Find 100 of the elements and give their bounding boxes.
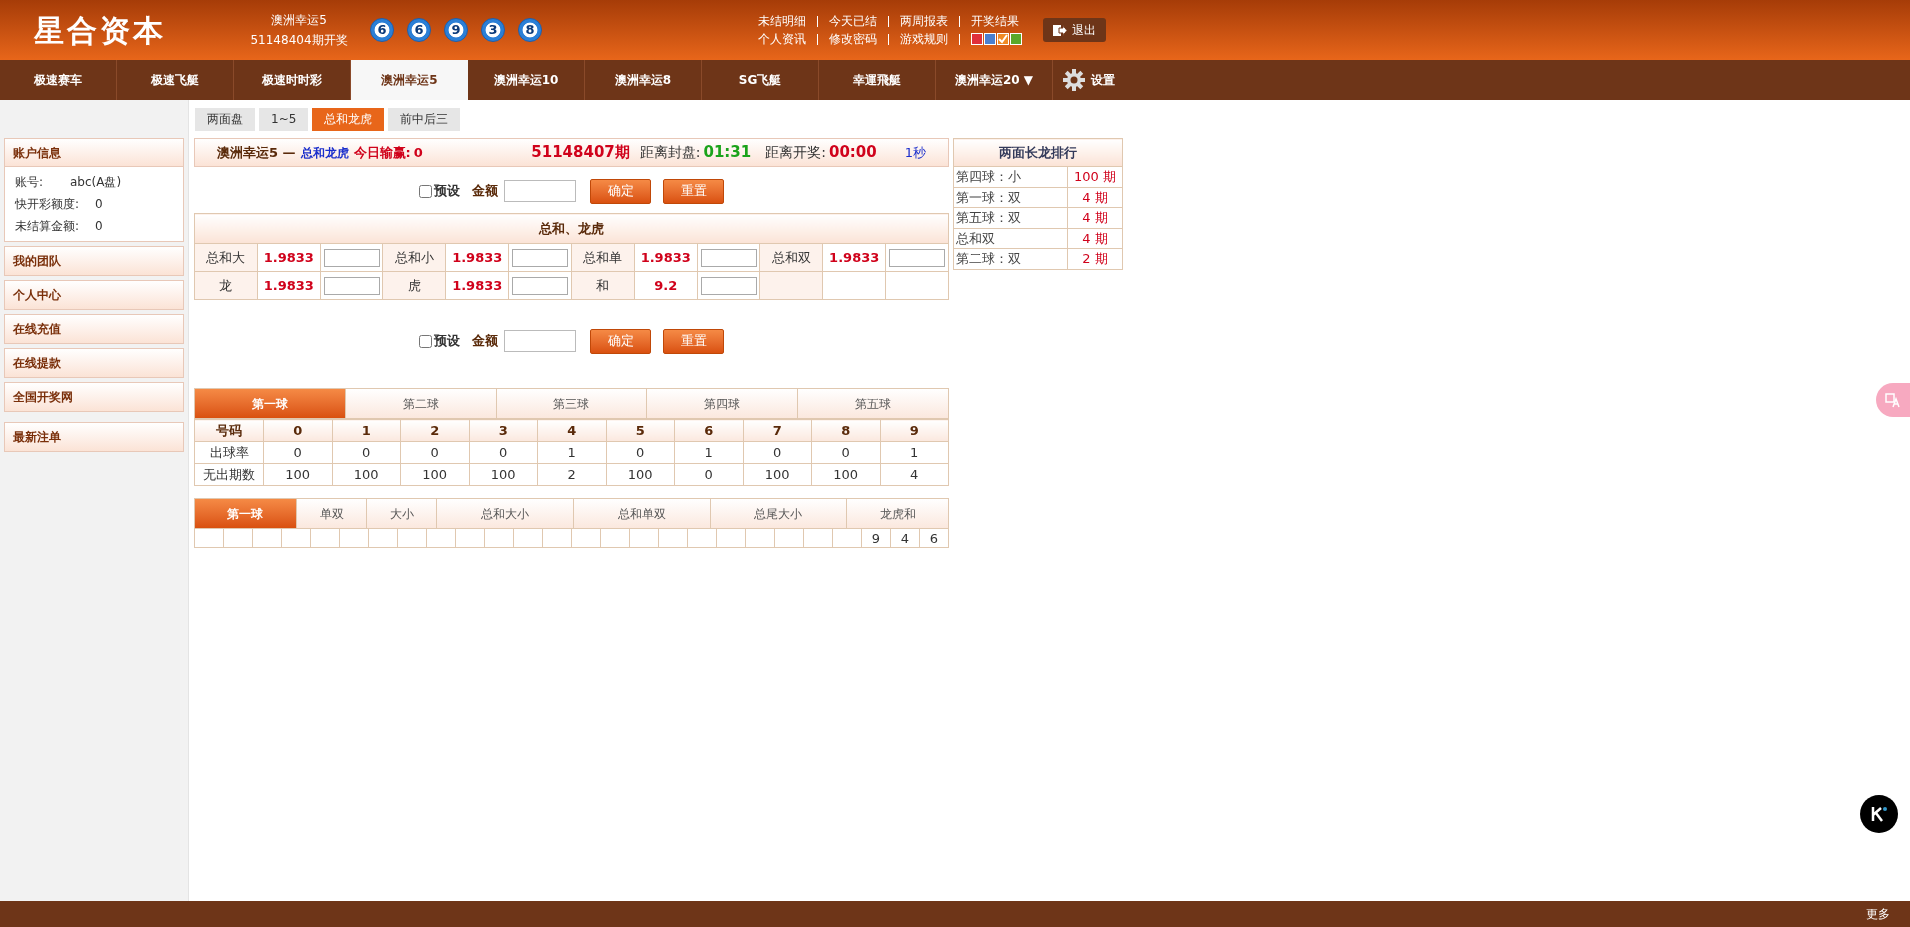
- sidebar-item[interactable]: 在线提款: [4, 348, 184, 378]
- bet-input[interactable]: [889, 248, 946, 267]
- field-label: 账号:: [15, 174, 45, 191]
- preset-checkbox[interactable]: [419, 184, 432, 198]
- header-link[interactable]: 今天已结: [829, 12, 877, 30]
- ranking-count: 4 期: [1067, 187, 1123, 208]
- ranking-item: 第五球：双: [953, 207, 1068, 228]
- draw-countdown: 00:00: [828, 142, 877, 164]
- ball-tab[interactable]: 第二球: [345, 389, 497, 418]
- header-link[interactable]: 游戏规则: [900, 30, 948, 48]
- preset-label: 预设: [434, 182, 460, 201]
- header-link[interactable]: 修改密码: [829, 30, 877, 48]
- bet-label: 总和双: [759, 243, 823, 272]
- trend-tab[interactable]: 总和大小: [437, 499, 574, 528]
- theme-swatch[interactable]: [997, 33, 1009, 45]
- logo-text: 星合资本: [34, 11, 167, 50]
- ranking-count: 2 期: [1067, 248, 1123, 269]
- header-link[interactable]: 两周报表: [900, 12, 948, 30]
- nav-tab[interactable]: 澳洲幸运20 ▼: [936, 60, 1053, 100]
- column-header: 5: [606, 419, 675, 442]
- bet-label: 总和小: [383, 243, 446, 272]
- table-cell: 100: [811, 463, 880, 486]
- amount-input[interactable]: [504, 330, 576, 352]
- sidebar-item[interactable]: 全国开奖网: [4, 382, 184, 412]
- ranking-count: 4 期: [1067, 228, 1123, 249]
- row-label: 出球率: [194, 441, 264, 464]
- header-link[interactable]: 未结明细: [758, 12, 806, 30]
- trend-tab[interactable]: 单双: [296, 499, 368, 528]
- nav-tab[interactable]: 澳洲幸运10: [468, 60, 585, 100]
- bet-input[interactable]: [323, 276, 380, 295]
- close-label: 距离封盘:: [639, 143, 701, 162]
- trend-tab[interactable]: 大小: [367, 499, 438, 528]
- sub-tab[interactable]: 两面盘: [195, 107, 255, 131]
- bet-input[interactable]: [512, 248, 569, 267]
- table-title: 总和、龙虎: [194, 213, 949, 244]
- table-cell: 100: [400, 463, 469, 486]
- trend-tab[interactable]: 龙虎和: [847, 499, 948, 528]
- column-header: 2: [400, 419, 469, 442]
- more-link[interactable]: 更多: [1866, 905, 1890, 923]
- panel-title: 账户信息: [5, 139, 183, 167]
- odds-value: 1.9833: [257, 271, 321, 300]
- bet-input[interactable]: [700, 248, 757, 267]
- column-header: 4: [537, 419, 606, 442]
- sub-tab[interactable]: 1~5: [259, 107, 309, 131]
- amount-label: 金额: [472, 332, 498, 351]
- table-cell: 0: [469, 441, 538, 464]
- settings-link[interactable]: 设置: [1063, 60, 1115, 100]
- table-cell: 100: [263, 463, 332, 486]
- ranking-item: 第四球：小: [953, 166, 1068, 187]
- header-link[interactable]: 个人资讯: [758, 30, 806, 48]
- table-cell: 4: [880, 463, 949, 486]
- table-cell: 0: [263, 441, 332, 464]
- sidebar-item[interactable]: 我的团队: [4, 246, 184, 276]
- play-name: 总和龙虎: [300, 144, 349, 162]
- bet-input[interactable]: [323, 248, 380, 267]
- nav-tab[interactable]: 澳洲幸运8: [585, 60, 702, 100]
- row-label: 无出期数: [194, 463, 264, 486]
- amount-input[interactable]: [504, 180, 576, 202]
- sidebar-item[interactable]: 在线充值: [4, 314, 184, 344]
- ranking-count: 4 期: [1067, 207, 1123, 228]
- column-header: 9: [880, 419, 949, 442]
- sidebar-item[interactable]: 最新注单: [4, 422, 184, 452]
- field-label: 未结算金额:: [15, 218, 81, 235]
- logout-button[interactable]: 退出: [1043, 18, 1106, 42]
- preset-label: 预设: [434, 332, 460, 351]
- nav-tab[interactable]: 幸運飛艇: [819, 60, 936, 100]
- ball-tab[interactable]: 第五球: [798, 389, 948, 418]
- assistant-icon[interactable]: [1860, 795, 1898, 833]
- sub-tab[interactable]: 前中后三: [388, 107, 461, 131]
- theme-swatch[interactable]: [971, 33, 983, 45]
- sidebar-item[interactable]: 个人中心: [4, 280, 184, 310]
- column-header: 0: [263, 419, 332, 442]
- translate-icon[interactable]: [1876, 383, 1910, 417]
- ball-tab[interactable]: 第四球: [647, 389, 799, 418]
- theme-swatch[interactable]: [984, 33, 996, 45]
- trend-cell: 6: [920, 529, 949, 547]
- column-header: 8: [811, 419, 880, 442]
- bet-input[interactable]: [700, 276, 757, 295]
- nav-tab[interactable]: SG飞艇: [702, 60, 819, 100]
- bet-input[interactable]: [512, 276, 569, 295]
- refresh-interval: 1秒: [904, 143, 926, 162]
- trend-cell: 4: [891, 529, 920, 547]
- table-cell: 0: [606, 441, 675, 464]
- odds-value: 9.2: [634, 271, 698, 300]
- ranking-item: 第二球：双: [953, 248, 1068, 269]
- table-cell: 0: [811, 441, 880, 464]
- table-cell: 100: [606, 463, 675, 486]
- trend-tab[interactable]: 总和单双: [574, 499, 711, 528]
- trend-tab[interactable]: 总尾大小: [710, 499, 848, 528]
- amount-label: 金额: [472, 182, 498, 201]
- game-name: 澳洲幸运5 —: [217, 143, 296, 162]
- exit-icon: [1053, 23, 1067, 37]
- table-cell: 2: [537, 463, 606, 486]
- theme-swatch[interactable]: [1010, 33, 1022, 45]
- nav-tab[interactable]: 澳洲幸运5: [351, 60, 468, 100]
- preset-checkbox[interactable]: [419, 334, 432, 348]
- ranking-item: 第一球：双: [953, 187, 1068, 208]
- header-link[interactable]: 开奖结果: [971, 12, 1019, 30]
- today-value: 0: [413, 143, 423, 162]
- ball-tab[interactable]: 第三球: [496, 389, 648, 418]
